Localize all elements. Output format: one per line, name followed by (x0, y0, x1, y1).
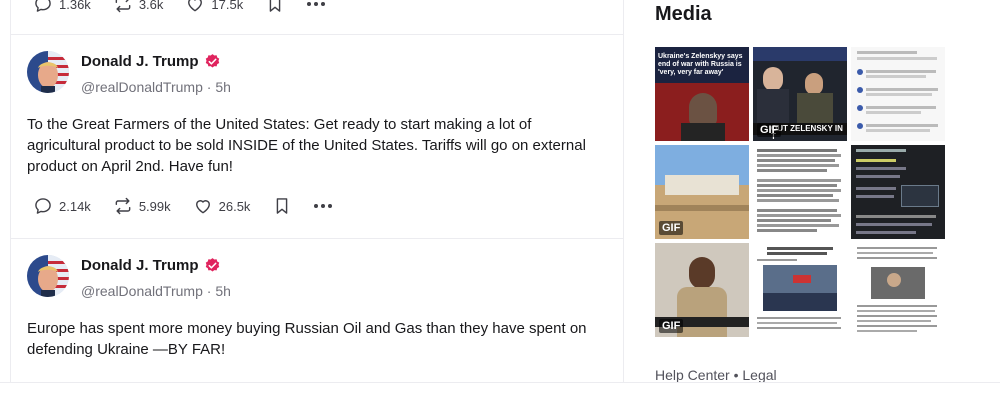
repost-button[interactable]: 3.6k (113, 0, 164, 14)
like-icon (195, 200, 210, 214)
repost-button[interactable]: 5.99k (113, 196, 171, 216)
reply-count: 1.36k (59, 0, 91, 12)
repost-icon (115, 0, 131, 13)
bookmark-icon (269, 0, 281, 12)
post-text: To the Great Farmers of the United State… (27, 116, 586, 175)
media-thumbnail[interactable]: GIF (655, 145, 749, 239)
bookmark-button[interactable] (272, 196, 292, 216)
repost-icon (115, 197, 131, 215)
verified-icon (205, 54, 219, 68)
handle[interactable]: @realDonaldTrump (81, 283, 203, 299)
reply-icon (35, 0, 51, 12)
author-row: Donald J. Trump (81, 257, 221, 274)
post[interactable]: Donald J. Trump @realDonaldTrump · 5h To… (11, 34, 623, 238)
like-count: 26.5k (218, 198, 251, 214)
like-icon (188, 0, 203, 12)
reply-icon (35, 198, 51, 214)
avatar[interactable] (27, 255, 69, 297)
previous-post-actions: 1.36k 3.6k 17.5k (33, 0, 326, 16)
reply-button[interactable]: 2.14k (33, 196, 91, 216)
like-button[interactable]: 26.5k (193, 196, 251, 216)
media-thumbnail[interactable] (851, 47, 945, 141)
avatar-image (27, 51, 69, 93)
avatar-image (27, 255, 69, 297)
like-button[interactable]: 17.5k (185, 0, 243, 14)
media-thumbnail[interactable] (753, 145, 847, 239)
meta-separator: · (206, 283, 212, 299)
handle-row: @realDonaldTrump · 5h (81, 283, 231, 299)
handle-row: @realDonaldTrump · 5h (81, 79, 231, 95)
media-thumbnail[interactable]: OUT ZELENSKY IN T GIF (753, 47, 847, 141)
right-sidebar: Media Ukraine's Zelenskyy says end of wa… (655, 0, 955, 420)
media-thumbnail[interactable] (753, 243, 847, 337)
media-thumbnail[interactable]: GIF (655, 243, 749, 337)
more-icon (307, 2, 312, 6)
more-icon (314, 204, 319, 208)
bookmark-button[interactable] (265, 0, 285, 14)
display-name[interactable]: Donald J. Trump (81, 53, 199, 70)
avatar[interactable] (27, 51, 69, 93)
post[interactable]: Donald J. Trump @realDonaldTrump · 5h Eu… (11, 238, 623, 382)
display-name[interactable]: Donald J. Trump (81, 257, 199, 274)
timestamp[interactable]: 5h (215, 79, 231, 95)
media-thumbnail[interactable] (851, 145, 945, 239)
more-button[interactable] (307, 2, 326, 6)
verified-icon (205, 258, 219, 272)
post-text: Europe has spent more money buying Russi… (27, 320, 587, 358)
handle[interactable]: @realDonaldTrump (81, 79, 203, 95)
reply-button[interactable]: 1.36k (33, 0, 91, 14)
media-thumbnail[interactable]: Ukraine's Zelenskyy says end of war with… (655, 47, 749, 141)
media-heading: Media (655, 3, 712, 25)
author-row: Donald J. Trump (81, 53, 221, 70)
bookmark-icon (277, 198, 288, 214)
post-actions: 2.14k 5.99k 26.5k (33, 194, 333, 218)
repost-count: 5.99k (138, 198, 171, 214)
more-button[interactable] (314, 204, 333, 208)
legal-link[interactable]: Legal (742, 367, 776, 383)
like-count: 17.5k (211, 0, 244, 12)
meta-separator: · (206, 79, 212, 95)
media-thumbnail[interactable] (851, 243, 945, 337)
reply-count: 2.14k (59, 198, 91, 214)
footer-dot: • (733, 367, 739, 383)
repost-count: 3.6k (138, 0, 164, 12)
media-grid: Ukraine's Zelenskyy says end of war with… (655, 47, 947, 340)
timestamp[interactable]: 5h (215, 283, 231, 299)
timeline-feed: 1.36k 3.6k 17.5k Donald J. Trump @realDo… (10, 0, 624, 420)
bottom-bar (0, 382, 1000, 420)
help-center-link[interactable]: Help Center (655, 367, 730, 383)
footer-links: Help Center • Legal (655, 367, 777, 383)
